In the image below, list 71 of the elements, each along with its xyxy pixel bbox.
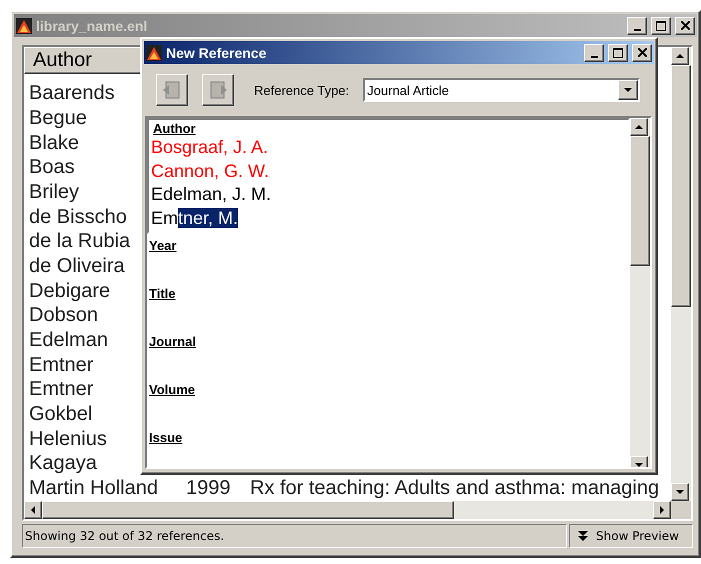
double-down-arrow-icon [578,530,588,542]
scroll-up-button[interactable] [671,47,689,65]
author-cell: Blake [29,132,80,155]
scroll-up-button[interactable] [630,118,648,136]
vertical-scrollbar[interactable] [630,118,650,467]
document-right-icon [208,80,228,100]
author-field[interactable]: Author Bosgraaf, J. A. Cannon, G. W. Edelman, J. M. Emtner, M. [147,118,630,234]
reference-type-dropdown[interactable]: Journal Article [363,78,640,102]
reference-type-label: Reference Type: [254,82,350,98]
maximize-button[interactable] [651,16,671,34]
scroll-left-button[interactable] [24,501,42,519]
author-entry: Edelman, J. M. [151,183,272,206]
scroll-thumb[interactable] [42,501,454,519]
close-button[interactable] [632,44,652,62]
field-label: Journal [149,334,196,349]
author-cell: Baarends [29,82,115,106]
maximize-button[interactable] [608,44,628,62]
app-icon [146,44,162,60]
author-cell: Kagaya [29,452,97,476]
minimize-icon [590,56,598,58]
up-arrow-icon [635,123,643,131]
status-text: Showing 32 out of 32 references. [22,524,567,548]
close-icon [680,21,690,30]
toolbar-button[interactable] [202,74,234,106]
right-arrow-icon [658,506,666,514]
author-cell: Briley [29,180,80,204]
minimize-button[interactable] [584,44,604,62]
scroll-thumb[interactable] [630,136,650,266]
horizontal-scrollbar[interactable] [24,501,671,519]
maximize-icon [656,20,666,30]
field-label: Issue [149,430,182,445]
year-cell-text: 1999 [186,477,232,500]
author-cell: de Bisscho [29,206,127,229]
left-arrow-icon [29,506,37,514]
author-cell: Dobson [29,304,98,328]
author-cell: Debigare [29,280,110,303]
scroll-right-button[interactable] [653,501,671,519]
minimize-icon [634,28,640,30]
close-icon [638,48,646,57]
author-cell: Begue [29,106,87,130]
toolbar-button[interactable] [156,74,188,106]
author-cell: de Oliveira [29,255,125,278]
author-cell: Emtner [29,354,94,377]
scroll-down-button[interactable] [671,483,689,501]
title-cell: Rx for teaching: Adults and asthma: managing [250,477,660,500]
down-arrow-icon [635,461,643,467]
author-cell: Helenius [29,428,107,451]
app-icon [16,18,32,34]
scroll-thumb[interactable] [671,65,691,307]
author-cell: Martin Holland [29,477,158,500]
close-button[interactable] [675,16,695,34]
vertical-scrollbar[interactable] [671,47,691,501]
field-label: Volume [149,382,195,397]
field-label: Year [149,238,176,253]
window-title: library_name.enl [36,18,148,34]
field-label: Title [149,286,176,301]
author-cell: Edelman [29,329,108,352]
field-label: Author [153,121,196,136]
maximize-icon [613,48,623,58]
up-arrow-icon [676,52,684,60]
author-entry: Emtner, M. [151,206,240,230]
document-left-icon [162,80,182,100]
author-cell: Gokbel [29,403,92,426]
down-arrow-icon [676,488,684,496]
author-entry: Cannon, G. W. [151,160,270,182]
author-cell: de la Rubia [29,230,130,254]
minimize-button[interactable] [627,16,647,34]
author-cell: Emtner [29,378,94,402]
author-cell: Boas [29,156,75,180]
show-preview-button[interactable]: Show Preview [569,524,693,548]
author-entry: Bosgraaf, J. A. [151,136,270,159]
